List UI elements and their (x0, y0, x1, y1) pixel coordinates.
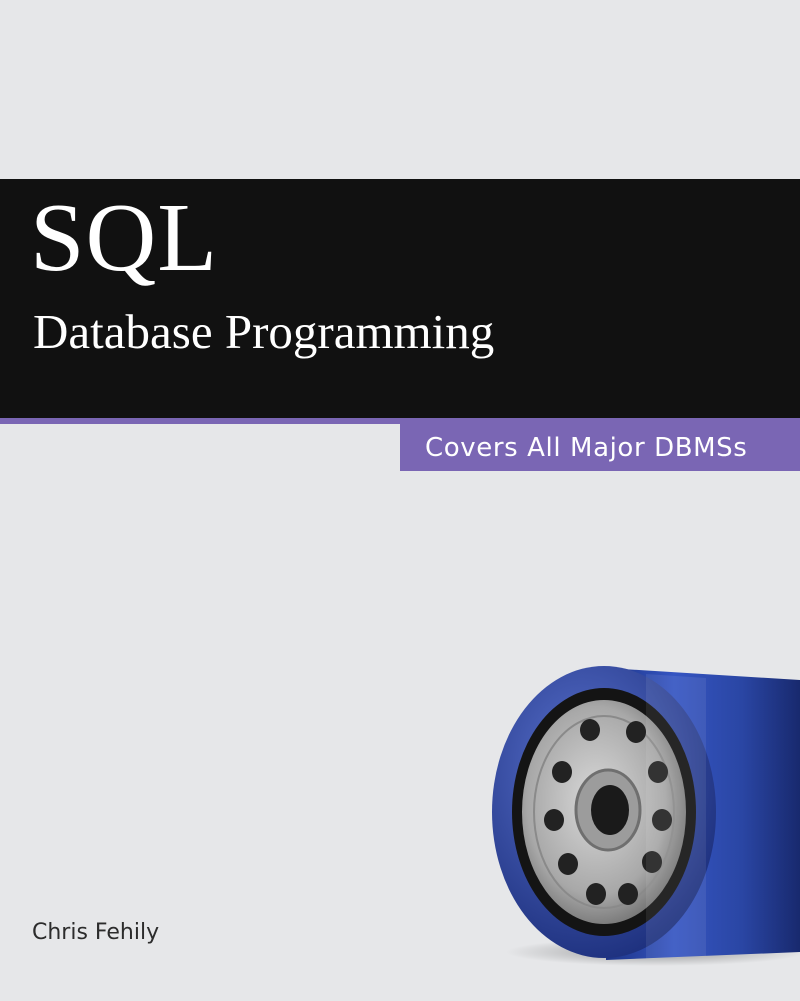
oil-filter-icon (492, 666, 800, 966)
tagline-text: Covers All Major DBMSs (425, 432, 748, 463)
book-subtitle: Database Programming (33, 304, 495, 359)
author-name: Chris Fehily (32, 920, 160, 945)
book-cover: SQL Database Programming Covers All Majo… (0, 0, 800, 1001)
tagline-box: Covers All Major DBMSs (400, 424, 800, 471)
book-title: SQL (30, 184, 219, 292)
